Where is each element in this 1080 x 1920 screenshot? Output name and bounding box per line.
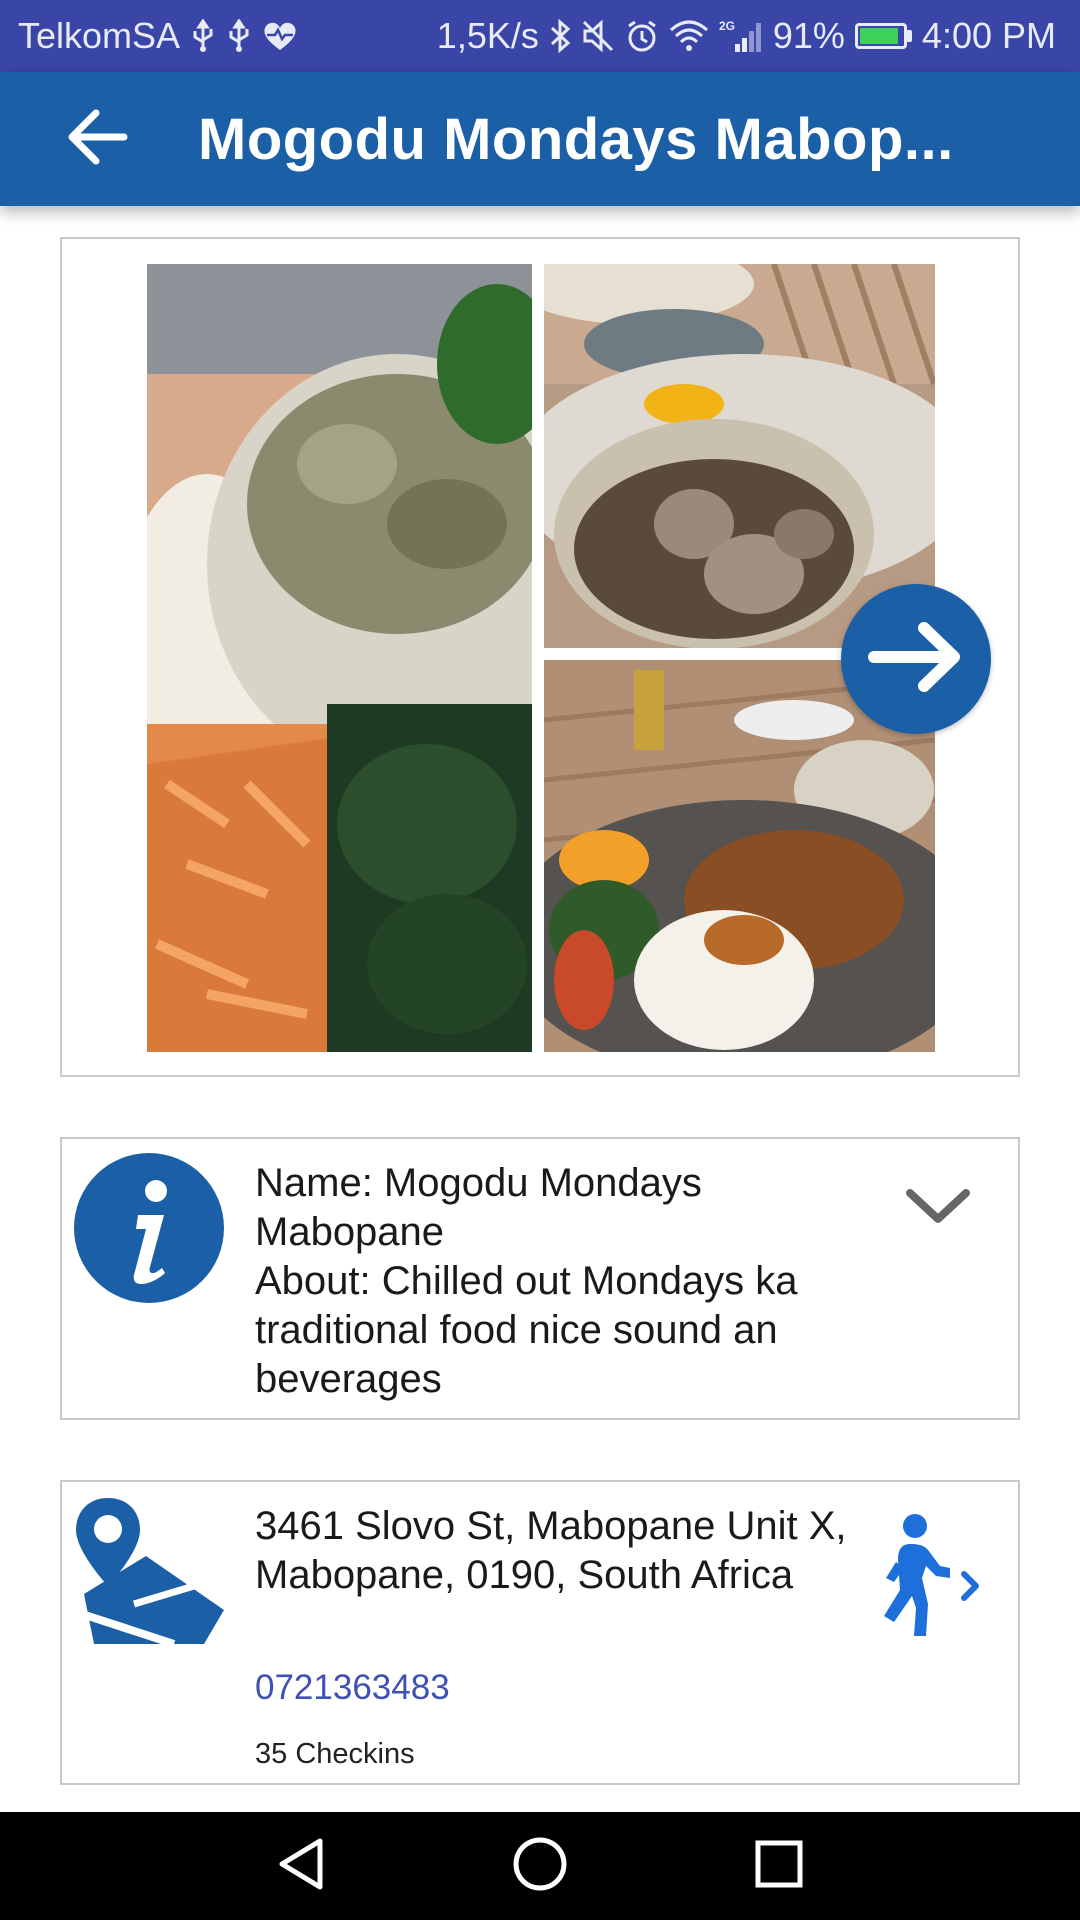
app-bar: Mogodu Mondays Mabop... xyxy=(0,72,1080,206)
photo-gallery-card xyxy=(60,237,1020,1077)
nav-home-button[interactable] xyxy=(480,1812,600,1920)
location-card: 3461 Slovo St, Mabopane Unit X, Mabopane… xyxy=(60,1480,1020,1785)
walking-icon xyxy=(870,1514,990,1646)
status-bar: TelkomSA 1,5K/s 2G 91% 4:00 PM xyxy=(0,0,1080,72)
info-card: Name: Mogodu Mondays Mabopane About: Chi… xyxy=(60,1137,1020,1420)
chevron-down-icon xyxy=(898,1189,978,1239)
arrow-left-icon xyxy=(66,109,128,170)
expand-info-button[interactable] xyxy=(898,1175,978,1235)
clock: 4:00 PM xyxy=(921,15,1056,56)
food-photo-stew-bowl xyxy=(544,264,935,648)
heart-pulse-icon xyxy=(262,20,298,52)
status-left: TelkomSA xyxy=(18,15,298,57)
back-button[interactable] xyxy=(66,89,186,189)
checkins-count: 35 Checkins xyxy=(255,1738,415,1770)
nav-back-button[interactable] xyxy=(241,1812,361,1920)
nav-recents-button[interactable] xyxy=(719,1812,839,1920)
system-nav-bar xyxy=(0,1812,1080,1920)
venue-about: About: Chilled out Mondays ka traditiona… xyxy=(255,1259,798,1401)
status-right: 1,5K/s 2G 91% 4:00 PM xyxy=(437,15,1056,57)
mute-icon xyxy=(581,19,615,53)
info-text: Name: Mogodu Mondays Mabopane About: Chi… xyxy=(255,1159,855,1404)
photo-collage[interactable] xyxy=(147,264,935,1052)
directions-button[interactable] xyxy=(870,1512,990,1652)
info-icon xyxy=(74,1153,224,1308)
venue-name: Name: Mogodu Mondays Mabopane xyxy=(255,1161,702,1254)
usb-icon xyxy=(226,19,252,53)
svg-text:2G: 2G xyxy=(719,19,735,33)
venue-address: 3461 Slovo St, Mabopane Unit X, Mabopane… xyxy=(255,1504,847,1597)
alarm-icon xyxy=(625,19,659,53)
page-title: Mogodu Mondays Mabop... xyxy=(198,106,954,172)
triangle-back-icon xyxy=(276,1837,326,1896)
carrier-name: TelkomSA xyxy=(18,15,181,56)
arrow-right-icon xyxy=(868,621,964,697)
bluetooth-icon xyxy=(549,18,571,54)
usb-icon xyxy=(190,19,216,53)
battery-percent: 91% xyxy=(772,15,845,56)
circle-home-icon xyxy=(512,1836,568,1897)
map-pin-icon xyxy=(74,1494,226,1651)
battery-icon xyxy=(854,23,912,49)
phone-link[interactable]: 0721363483 xyxy=(255,1668,450,1708)
signal-icon: 2G xyxy=(719,18,763,54)
food-photo-tripe-bowl xyxy=(147,264,532,1052)
square-recents-icon xyxy=(754,1839,804,1894)
network-speed: 1,5K/s xyxy=(436,15,539,56)
next-photo-button[interactable] xyxy=(841,584,991,734)
wifi-icon xyxy=(669,20,709,52)
